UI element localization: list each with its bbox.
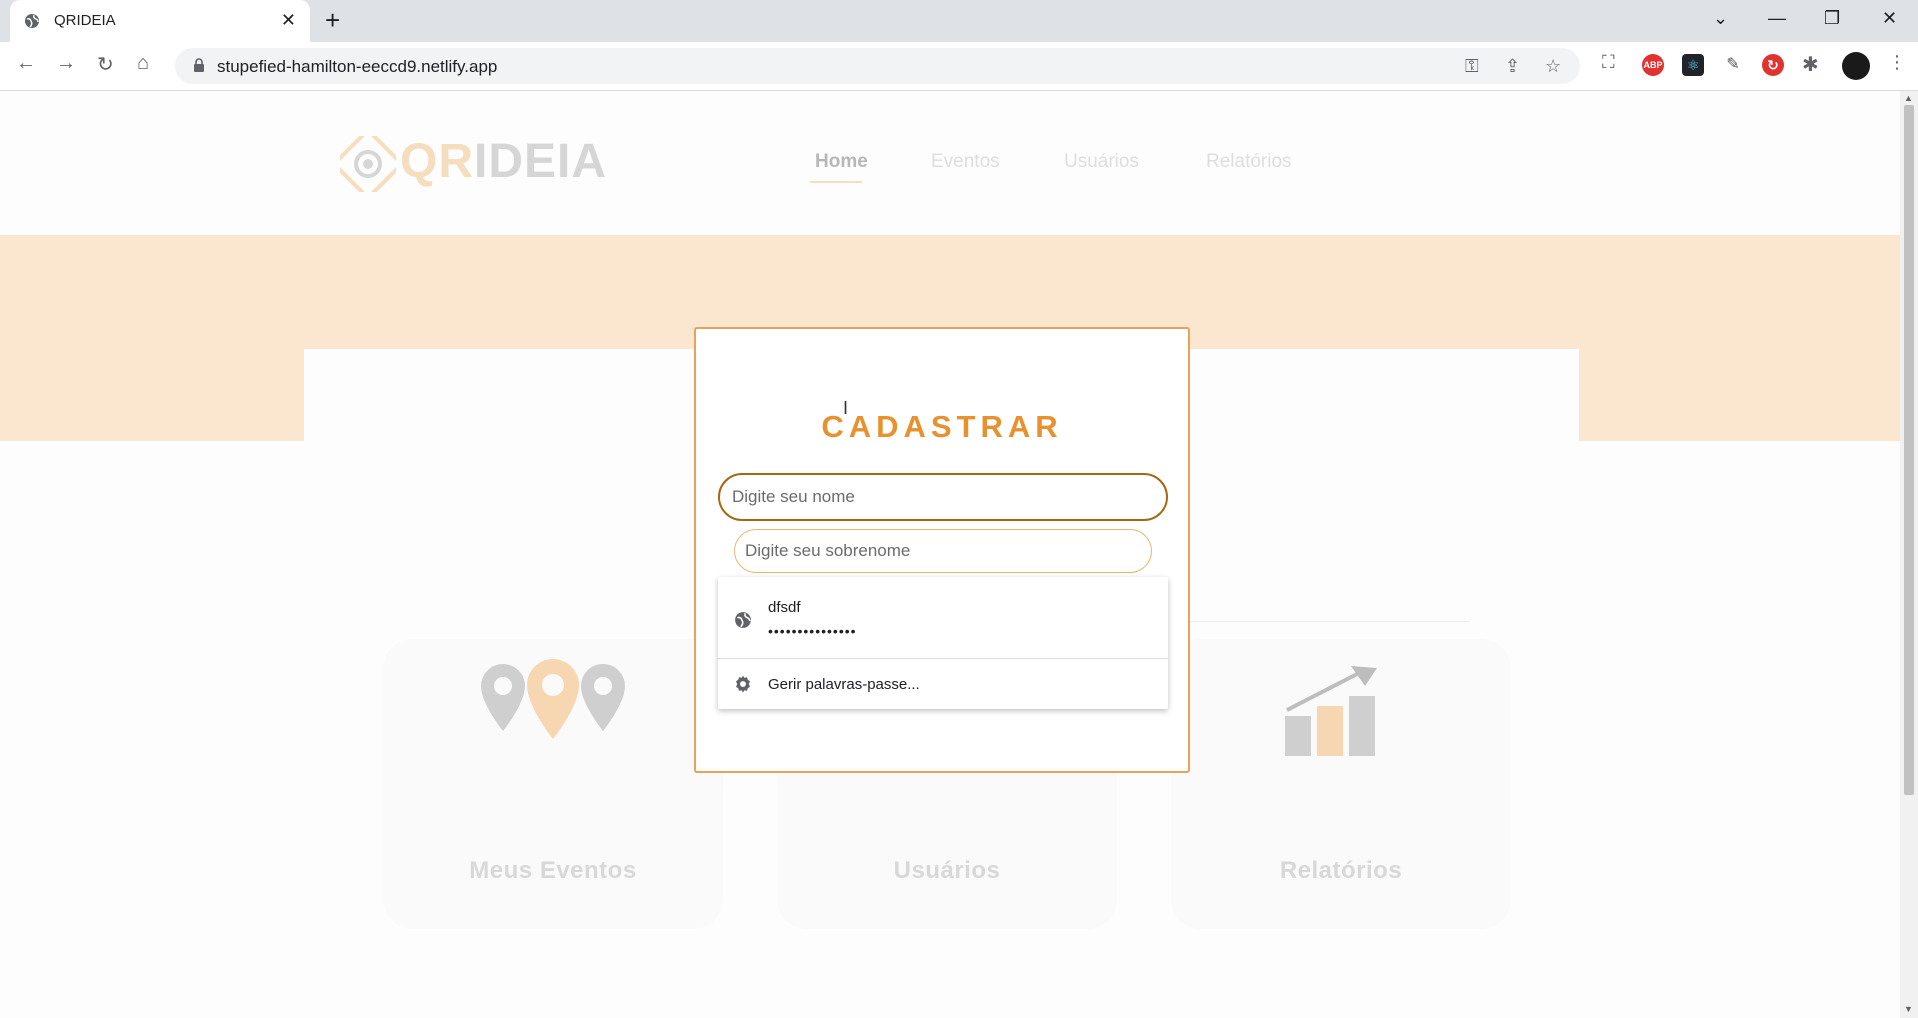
web-page: QRIDEIA Home Eventos Usuários Relatórios… [0, 91, 1900, 1018]
logo-ideia: IDEIA [474, 135, 608, 188]
manage-passwords-item[interactable]: Gerir palavras-passe... [718, 659, 1168, 709]
scrollbar-thumb[interactable] [1904, 105, 1914, 795]
bookmark-star-icon[interactable]: ☆ [1545, 56, 1561, 77]
autofill-username: dfsdf [768, 599, 801, 616]
manage-passwords-label: Gerir palavras-passe... [768, 676, 920, 693]
feature-label: Meus Eventos [469, 857, 637, 884]
nav-home[interactable]: Home [815, 151, 868, 173]
logo-wordmark: QRIDEIA [400, 134, 607, 189]
url-text: stupefied-hamilton-eeccd9.netlify.app [217, 57, 498, 76]
nav-eventos[interactable]: Eventos [931, 151, 1000, 173]
bar-chart-icon [1285, 666, 1377, 756]
autofill-password: ••••••••••••••• [768, 623, 857, 639]
scroll-up-icon[interactable]: ▲ [1904, 93, 1913, 103]
react-devtools-icon[interactable]: ⚛ [1682, 54, 1704, 76]
site-header: QRIDEIA Home Eventos Usuários Relatórios [0, 91, 1900, 235]
map-pins-icon [481, 659, 625, 739]
abp-extension-icon[interactable]: ABP [1642, 54, 1664, 76]
edit-extension-icon[interactable]: ✎ [1722, 54, 1744, 76]
feature-card-meus-eventos[interactable]: Meus Eventos [383, 639, 723, 929]
forward-button[interactable]: → [56, 52, 76, 75]
nav-relatorios[interactable]: Relatórios [1206, 151, 1292, 173]
section-divider [1180, 621, 1470, 622]
feature-label: Usuários [893, 857, 1001, 884]
restore-button[interactable]: ❐ [1824, 8, 1840, 29]
browser-tab[interactable]: QRIDEIA ✕ [10, 0, 310, 42]
tab-close-icon[interactable]: ✕ [281, 10, 296, 31]
globe-icon [25, 14, 39, 28]
nav-usuarios[interactable]: Usuários [1064, 151, 1139, 173]
modal-title: CADASTRAR [821, 409, 1063, 444]
browser-toolbar: ← → ↻ ⌂ stupefied-hamilton-eeccd9.netlif… [0, 42, 1918, 91]
logo-qr: QR [400, 135, 474, 188]
new-tab-button[interactable]: + [325, 7, 340, 33]
globe-icon [735, 612, 751, 628]
minimize-button[interactable]: — [1768, 8, 1786, 29]
key-icon[interactable]: ⚿ [1465, 56, 1479, 77]
autofill-credential-entry[interactable]: dfsdf ••••••••••••••• [718, 577, 1168, 657]
tab-title: QRIDEIA [54, 12, 116, 29]
feature-label: Relatórios [1279, 857, 1403, 884]
refresh-extension-icon[interactable]: ↻ [1762, 54, 1784, 76]
last-name-input[interactable] [734, 529, 1152, 573]
window-close-button[interactable]: ✕ [1882, 8, 1897, 29]
register-modal: CADASTRAR dfsdf ••••••••••••••• Gerir pa… [694, 327, 1190, 773]
tab-search-icon[interactable]: ⌄ [1713, 8, 1728, 29]
scroll-down-icon[interactable]: ▼ [1904, 1004, 1913, 1014]
share-icon[interactable]: ⇪ [1505, 56, 1520, 77]
screen-capture-icon[interactable]: ⛶ [1602, 52, 1615, 73]
gear-icon [736, 675, 750, 693]
nav-active-underline [810, 181, 862, 183]
extensions-puzzle-icon[interactable]: ✱ [1802, 52, 1819, 77]
page-scrollbar[interactable]: ▲ ▼ [1900, 91, 1918, 1018]
address-bar[interactable]: stupefied-hamilton-eeccd9.netlify.app ⚿ … [175, 48, 1580, 84]
reload-button[interactable]: ↻ [97, 52, 114, 77]
back-button[interactable]: ← [16, 52, 36, 75]
profile-avatar[interactable] [1842, 52, 1870, 80]
menu-kebab-icon[interactable]: ⋮ [1888, 52, 1906, 73]
home-button[interactable]: ⌂ [137, 52, 149, 75]
first-name-input[interactable] [718, 473, 1168, 521]
feature-card-relatorios[interactable]: Relatórios [1171, 639, 1511, 929]
lock-icon [194, 58, 204, 72]
text-cursor-icon: I [843, 398, 849, 418]
browser-tab-bar: QRIDEIA ✕ + ⌄ — ❐ ✕ [0, 0, 1918, 42]
logo-emblem-icon [340, 136, 396, 192]
password-autofill-dropdown: dfsdf ••••••••••••••• Gerir palavras-pas… [718, 577, 1168, 709]
